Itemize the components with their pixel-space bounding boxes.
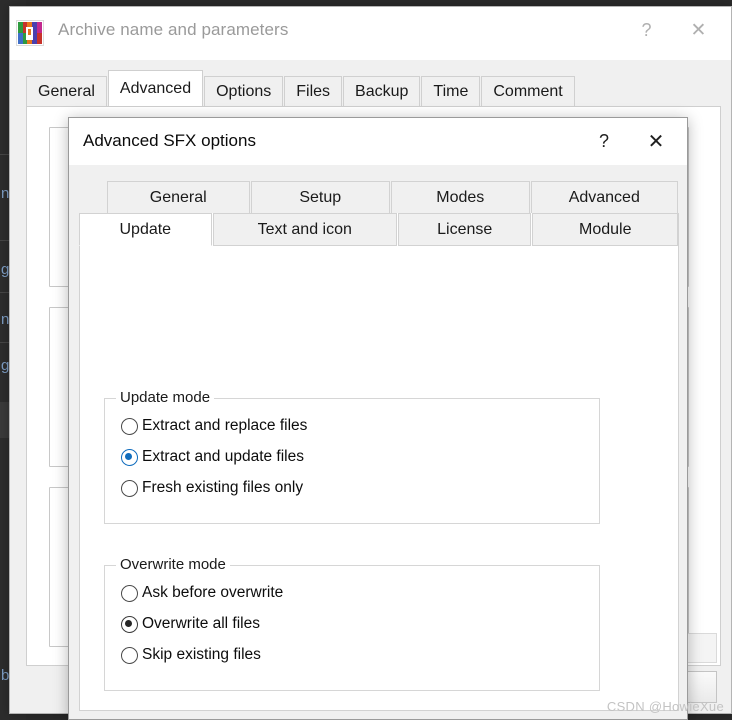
parent-tab-strip: General Advanced Options Files Backup Ti…: [26, 70, 721, 106]
winrar-books-icon: [16, 20, 44, 46]
sfx-update-tab-panel: Update mode Extract and replace files Ex…: [79, 213, 679, 711]
overwrite-mode-caption: Overwrite mode: [116, 556, 230, 573]
parent-close-button[interactable]: ✕: [675, 7, 722, 54]
advanced-sfx-options-dialog: Advanced SFX options ? ✕ General Setup M…: [68, 117, 688, 720]
sfx-tab-row-lower: Update Text and icon License Module: [79, 213, 679, 246]
tab-general[interactable]: General: [26, 76, 107, 106]
radio-circle-selected-icon: [121, 615, 138, 633]
radio-label: Skip existing files: [142, 646, 261, 663]
overwrite-mode-group: Overwrite mode Ask before overwrite Over…: [104, 556, 600, 691]
sfx-tab-update[interactable]: Update: [79, 213, 212, 246]
radio-label: Fresh existing files only: [142, 479, 304, 496]
radio-label: Extract and update files: [142, 448, 304, 465]
sfx-tab-row-upper: General Setup Modes Advanced: [107, 181, 679, 213]
sfx-title-bar: Advanced SFX options ? ✕: [69, 118, 687, 166]
tab-options[interactable]: Options: [204, 76, 284, 106]
radio-label: Ask before overwrite: [142, 584, 284, 601]
radio-label: Extract and replace files: [142, 417, 308, 434]
tab-time[interactable]: Time: [421, 76, 481, 106]
sfx-close-button[interactable]: ✕: [633, 118, 679, 164]
radio-circle-selected-icon: [121, 448, 138, 466]
parent-window-title: Archive name and parameters: [58, 20, 289, 39]
radio-circle-icon: [121, 646, 138, 664]
radio-skip-existing-files[interactable]: Skip existing files: [121, 642, 261, 668]
radio-circle-icon: [121, 417, 138, 435]
sfx-tab-text-and-icon[interactable]: Text and icon: [212, 213, 397, 246]
radio-circle-icon: [121, 584, 138, 602]
sfx-dialog-title: Advanced SFX options: [83, 131, 256, 150]
radio-ask-before-overwrite[interactable]: Ask before overwrite: [121, 580, 283, 606]
radio-circle-icon: [121, 479, 138, 497]
sfx-tab-setup[interactable]: Setup: [250, 181, 391, 213]
radio-extract-and-replace-files[interactable]: Extract and replace files: [121, 413, 307, 439]
update-mode-caption: Update mode: [116, 389, 215, 406]
sfx-tab-module[interactable]: Module: [532, 213, 678, 246]
parent-title-bar: Archive name and parameters ? ✕: [10, 7, 731, 60]
sfx-tab-modes[interactable]: Modes: [391, 181, 530, 213]
sfx-tab-strip: General Setup Modes Advanced Update Text…: [79, 181, 679, 246]
sfx-tab-general[interactable]: General: [107, 181, 250, 213]
sfx-tab-advanced[interactable]: Advanced: [530, 181, 679, 213]
radio-extract-and-update-files[interactable]: Extract and update files: [121, 444, 304, 470]
tab-comment[interactable]: Comment: [481, 76, 575, 106]
parent-help-button[interactable]: ?: [623, 7, 670, 54]
sfx-help-button[interactable]: ?: [581, 118, 627, 164]
radio-fresh-existing-files-only[interactable]: Fresh existing files only: [121, 475, 303, 501]
tab-backup[interactable]: Backup: [343, 76, 421, 106]
radio-overwrite-all-files[interactable]: Overwrite all files: [121, 611, 260, 637]
update-mode-group: Update mode Extract and replace files Ex…: [104, 389, 600, 524]
tab-advanced[interactable]: Advanced: [107, 70, 204, 106]
radio-label: Overwrite all files: [142, 615, 260, 632]
sfx-tab-license[interactable]: License: [397, 213, 532, 246]
tab-files[interactable]: Files: [284, 76, 343, 106]
